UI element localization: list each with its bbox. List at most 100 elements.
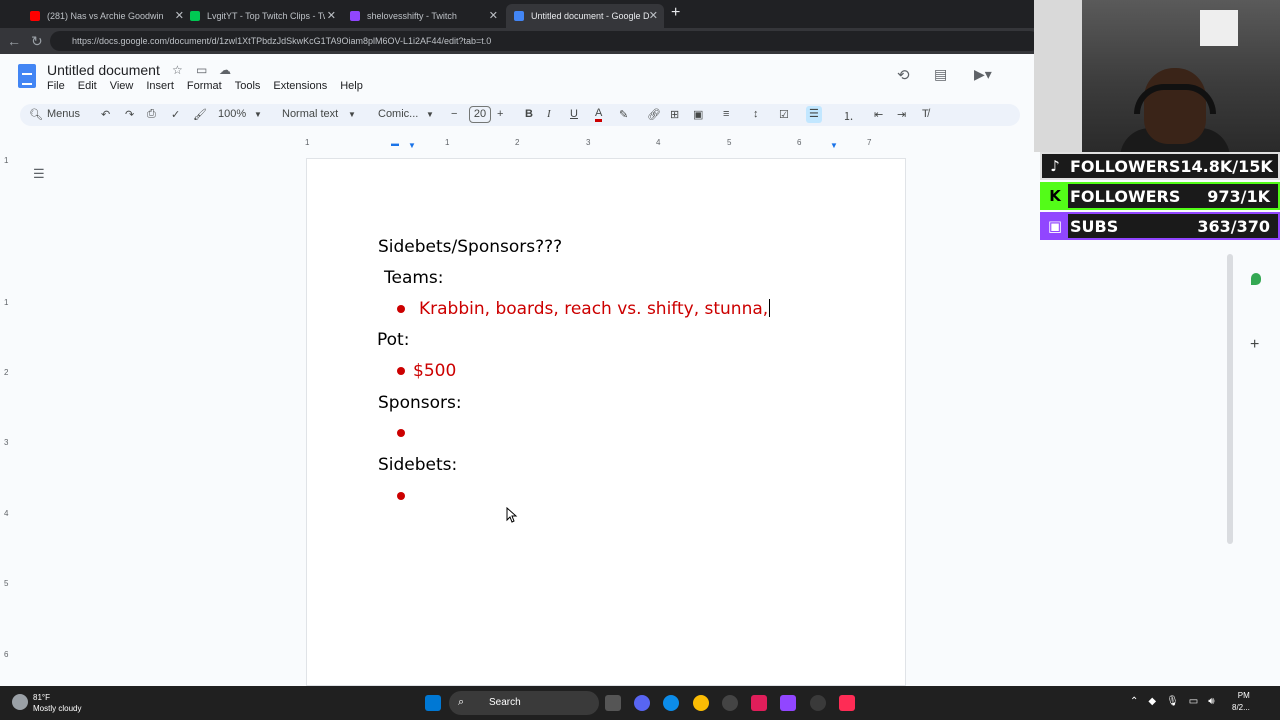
highlight-icon[interactable]: ✎: [619, 108, 628, 121]
star-icon[interactable]: ☆: [172, 63, 183, 77]
document-outline-icon[interactable]: ☰: [33, 166, 45, 182]
line-spacing-icon[interactable]: ↕: [753, 108, 759, 120]
version-history-icon[interactable]: ⟲: [897, 66, 910, 84]
move-folder-icon[interactable]: ▭: [196, 63, 207, 77]
tab-lvgityt[interactable]: LvgitYT - Top Twitch Clips - Twitch ✕: [182, 4, 342, 28]
left-indent-marker[interactable]: ▼: [408, 141, 416, 150]
chrome-icon[interactable]: [693, 695, 709, 711]
first-line-indent-marker[interactable]: ▬: [391, 139, 399, 148]
url-field[interactable]: https://docs.google.com/document/d/1zwl1…: [50, 31, 1040, 51]
mic-icon[interactable]: 🎙︎: [1166, 696, 1179, 707]
menu-view[interactable]: View: [110, 80, 134, 92]
font-size-input[interactable]: 20: [469, 106, 491, 123]
zoom-select[interactable]: 100%: [218, 108, 246, 120]
taskbar-clock[interactable]: PM 8/2...: [1232, 690, 1250, 714]
clear-formatting-icon[interactable]: T̸: [922, 108, 929, 120]
weather-temperature[interactable]: 81°F: [33, 693, 50, 702]
redo-icon[interactable]: ↷: [125, 108, 134, 121]
new-tab-button[interactable]: +: [671, 4, 680, 22]
spellcheck-icon[interactable]: ✓: [171, 108, 180, 121]
weather-description[interactable]: Mostly cloudy: [33, 704, 81, 713]
edge-icon[interactable]: [663, 695, 679, 711]
ruler-label: 4: [4, 509, 9, 518]
tab-title: (281) Nas vs Archie Goodwin 1v1...: [47, 11, 165, 21]
discord-icon[interactable]: [634, 695, 650, 711]
text-color-icon[interactable]: A: [595, 108, 603, 122]
text-cursor: [769, 299, 771, 317]
document-page[interactable]: Sidebets/Sponsors??? Teams: Krabbin, boa…: [306, 158, 906, 686]
close-tab-icon[interactable]: ✕: [649, 9, 658, 22]
chevron-up-icon[interactable]: ⌃: [1130, 696, 1138, 707]
ruler-label: 6: [4, 650, 9, 659]
add-addon-icon[interactable]: +: [1250, 336, 1259, 354]
bold-icon[interactable]: B: [525, 108, 533, 120]
menu-insert[interactable]: Insert: [146, 80, 174, 92]
increase-indent-icon[interactable]: ⇥: [897, 108, 906, 121]
insert-image-icon[interactable]: ▣: [693, 108, 703, 121]
weather-icon[interactable]: [12, 694, 28, 710]
network-icon[interactable]: ◆: [1148, 696, 1156, 707]
windows-start-icon[interactable]: [425, 695, 441, 711]
vertical-scrollbar[interactable]: [1227, 254, 1233, 544]
display-icon[interactable]: ▭: [1189, 696, 1198, 707]
google-docs-logo-icon[interactable]: [18, 64, 36, 88]
style-select[interactable]: Normal text: [282, 108, 338, 120]
sidebets-label: Sidebets:: [378, 455, 458, 475]
search-icon: ⌕: [458, 696, 465, 708]
pot-list-item: $500: [413, 361, 457, 381]
tiktok-app-icon[interactable]: [839, 695, 855, 711]
document-title[interactable]: Untitled document: [47, 62, 160, 78]
close-tab-icon[interactable]: ✕: [327, 9, 336, 22]
align-icon[interactable]: ≡: [723, 108, 729, 120]
increase-font-size-button[interactable]: +: [497, 108, 503, 120]
volume-icon[interactable]: 🔊︎: [1208, 696, 1214, 707]
twitch-icon: ▣: [1042, 213, 1068, 239]
slack-icon[interactable]: [751, 695, 767, 711]
tiktok-followers-bar: ♪ FOLLOWERS 14.8K/15K: [1040, 152, 1280, 180]
menu-format[interactable]: Format: [187, 80, 222, 92]
add-comment-icon[interactable]: ⊞: [670, 108, 679, 121]
decrease-font-size-button[interactable]: −: [451, 108, 457, 120]
clock-date: 8/2...: [1232, 703, 1250, 712]
bulleted-list-icon[interactable]: ☰: [806, 106, 822, 123]
menu-file[interactable]: File: [47, 80, 65, 92]
back-icon[interactable]: ←: [7, 33, 21, 49]
maps-icon[interactable]: [1251, 273, 1261, 285]
bullet-icon: [397, 367, 405, 375]
undo-icon[interactable]: ↶: [101, 108, 110, 121]
print-icon[interactable]: ⎙: [147, 108, 156, 121]
menu-extensions[interactable]: Extensions: [273, 80, 327, 92]
close-tab-icon[interactable]: ✕: [489, 9, 498, 22]
meet-icon[interactable]: ▶▾: [974, 66, 992, 83]
decrease-indent-icon[interactable]: ⇤: [874, 108, 883, 121]
obs-icon[interactable]: [810, 695, 826, 711]
search-menus-label[interactable]: Menus: [47, 108, 80, 120]
teams-label: Teams:: [384, 268, 444, 288]
taskbar-search-box[interactable]: Search: [449, 691, 599, 715]
menu-edit[interactable]: Edit: [78, 80, 97, 92]
window-background: [1034, 0, 1082, 152]
reload-icon[interactable]: ↻: [31, 33, 43, 50]
cloud-status-icon: ☁: [219, 63, 231, 77]
right-indent-marker[interactable]: ▼: [830, 141, 838, 150]
checklist-icon[interactable]: ☑: [779, 108, 789, 121]
comments-icon[interactable]: ▤: [934, 66, 947, 83]
media-player-icon[interactable]: [722, 695, 738, 711]
ruler-label: 1: [4, 298, 9, 307]
task-view-icon[interactable]: [605, 695, 621, 711]
numbered-list-icon[interactable]: ⒈: [843, 108, 854, 124]
search-menus-icon[interactable]: 🔍︎: [29, 108, 43, 121]
italic-icon[interactable]: I: [547, 108, 551, 120]
tab-youtube[interactable]: (281) Nas vs Archie Goodwin 1v1... ✕: [22, 4, 190, 28]
tab-google-docs[interactable]: Untitled document - Google Docs ✕: [506, 4, 664, 28]
paint-format-icon[interactable]: 🖌︎: [193, 108, 207, 121]
link-icon[interactable]: 🔗︎: [647, 108, 661, 121]
google-docs-icon: [514, 11, 524, 21]
underline-icon[interactable]: U: [570, 108, 578, 120]
twitch-app-icon[interactable]: [780, 695, 796, 711]
menu-help[interactable]: Help: [340, 80, 363, 92]
font-select[interactable]: Comic...: [378, 108, 418, 120]
horizontal-ruler[interactable]: 1 1 2 3 4 5 6 7 ▬ ▼ ▼: [305, 138, 905, 150]
menu-tools[interactable]: Tools: [235, 80, 261, 92]
tab-twitch[interactable]: shelovesshifty - Twitch ✕: [342, 4, 504, 28]
